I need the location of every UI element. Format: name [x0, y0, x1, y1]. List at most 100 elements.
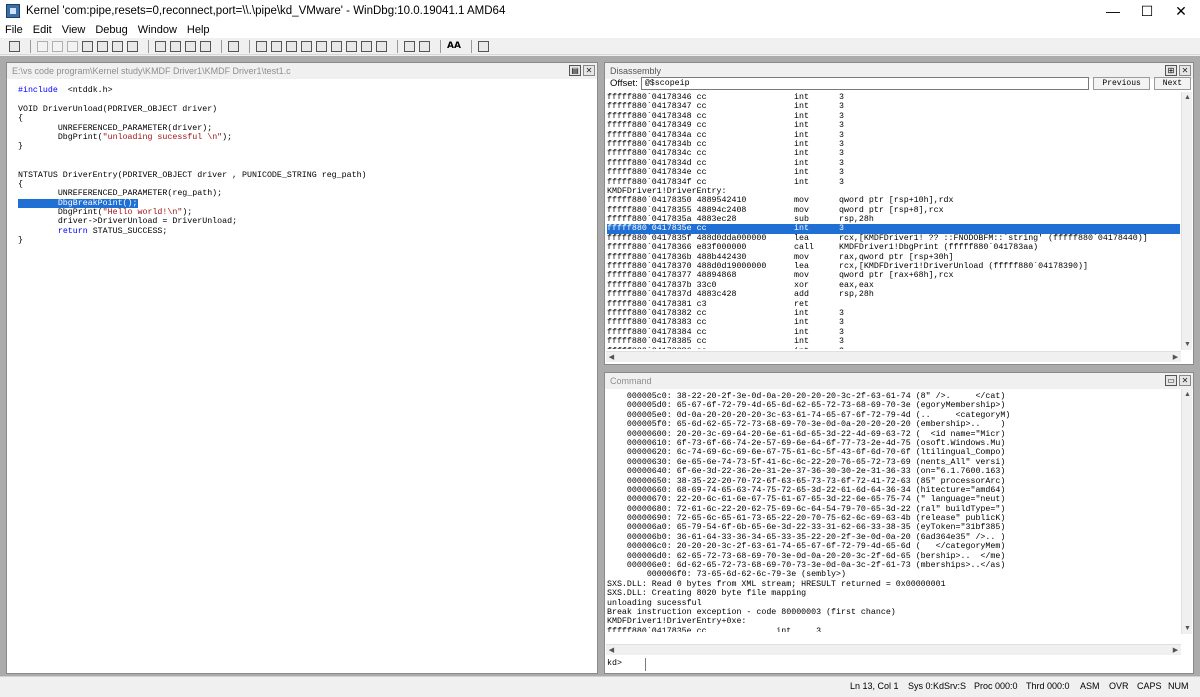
watch-window-icon[interactable]	[271, 40, 282, 52]
source-mode-icon[interactable]	[404, 40, 415, 52]
disassembly-line[interactable]: fffff880`04178346 cc int 3	[607, 93, 1180, 102]
menu-edit[interactable]: Edit	[28, 24, 57, 36]
disassembly-line[interactable]: fffff880`0417837b 33c0 xor eax,eax	[607, 281, 1180, 290]
disassembly-line[interactable]: fffff880`0417834f cc int 3	[607, 178, 1180, 187]
scroll-right-icon[interactable]: ▶	[1170, 352, 1181, 363]
close-pane-icon[interactable]: ✕	[1179, 65, 1191, 76]
open-file-icon[interactable]	[9, 40, 20, 52]
disassembly-line[interactable]: fffff880`0417834e cc int 3	[607, 168, 1180, 177]
command-horizontal-scrollbar[interactable]: ◀ ▶	[606, 644, 1181, 655]
step-out-icon[interactable]	[185, 40, 196, 52]
scroll-down-icon[interactable]: ▼	[1182, 339, 1193, 350]
scroll-up-icon[interactable]: ▲	[1182, 92, 1193, 103]
stop-debugging-icon[interactable]	[112, 40, 123, 52]
source-line[interactable]: UNREFERENCED_PARAMETER(driver);	[18, 124, 593, 133]
save-icon[interactable]: ▤	[569, 65, 581, 76]
step-over-icon[interactable]	[170, 40, 181, 52]
disassembly-line[interactable]: fffff880`04178349 cc int 3	[607, 121, 1180, 130]
disassembly-line[interactable]: fffff880`0417835f 488d0dda000000 lea rcx,[…	[607, 234, 1180, 243]
source-line[interactable]	[18, 95, 593, 104]
command-window-icon[interactable]	[256, 40, 267, 52]
scroll-up-icon[interactable]: ▲	[1182, 389, 1193, 400]
scratch-pad-icon[interactable]	[361, 40, 372, 52]
source-line[interactable]: driver->DriverUnload = DriverUnload;	[18, 217, 593, 226]
hex-display-icon[interactable]	[419, 40, 430, 52]
go-icon[interactable]	[82, 40, 93, 52]
offset-input[interactable]: @$scopeip	[640, 76, 1090, 90]
menu-file[interactable]: File	[0, 24, 28, 36]
source-line[interactable]: {	[18, 180, 593, 189]
source-line[interactable]: DbgBreakPoint();	[18, 198, 593, 208]
restart-icon[interactable]	[97, 40, 108, 52]
disassembly-line[interactable]: fffff880`04178384 cc int 3	[607, 328, 1180, 337]
source-line[interactable]: }	[18, 142, 593, 151]
disassembly-line[interactable]: fffff880`0417834c cc int 3	[607, 149, 1180, 158]
command-vertical-scrollbar[interactable]: ▲ ▼	[1181, 389, 1192, 634]
disassembly-line[interactable]: fffff880`0417834d cc int 3	[607, 159, 1180, 168]
disassembly-line[interactable]: fffff880`0417837d 4883c428 add rsp,28h	[607, 290, 1180, 299]
disassembly-line[interactable]: fffff880`04178355 48894c2408 mov qword ptr…	[607, 206, 1180, 215]
memory-window-icon[interactable]	[316, 40, 327, 52]
source-line[interactable]	[18, 161, 593, 170]
menu-help[interactable]: Help	[182, 24, 215, 36]
menu-view[interactable]: View	[57, 24, 91, 36]
source-line[interactable]: DbgPrint("unloading sucessful \n");	[18, 133, 593, 142]
disassembly-line[interactable]: fffff880`04178383 cc int 3	[607, 318, 1180, 327]
menu-window[interactable]: Window	[133, 24, 182, 36]
menu-debug[interactable]: Debug	[90, 24, 132, 36]
disassembly-line[interactable]: fffff880`04178385 cc int 3	[607, 337, 1180, 346]
scroll-down-icon[interactable]: ▼	[1182, 623, 1193, 634]
disassembly-line[interactable]: fffff880`04178348 cc int 3	[607, 112, 1180, 121]
disassembly-line[interactable]: KMDFDriver1!DriverEntry:	[607, 187, 1180, 196]
registers-window-icon[interactable]	[301, 40, 312, 52]
command-output[interactable]: 000005c0: 38-22-20-2f-3e-0d-0a-20-20-20-…	[607, 392, 1182, 632]
command-input[interactable]	[645, 658, 1190, 671]
source-line[interactable]: return STATUS_SUCCESS;	[18, 227, 593, 236]
call-stack-window-icon[interactable]	[331, 40, 342, 52]
options-icon[interactable]	[477, 40, 489, 52]
source-line[interactable]	[18, 152, 593, 161]
source-code[interactable]: #include <ntddk.h> VOID DriverUnload(PDRI…	[18, 86, 593, 669]
disassembly-line[interactable]: fffff880`04178347 cc int 3	[607, 102, 1180, 111]
disassembly-line[interactable]: fffff880`04178386 ccint3	[607, 347, 1180, 349]
close-pane-icon[interactable]: ✕	[1179, 375, 1191, 386]
maximize-button[interactable]: ☐	[1130, 0, 1164, 22]
previous-button[interactable]: Previous	[1093, 76, 1150, 90]
source-line[interactable]: UNREFERENCED_PARAMETER(reg_path);	[18, 189, 593, 198]
source-line[interactable]: }	[18, 236, 593, 245]
disassembly-line-current[interactable]: fffff880`0417835e cc int 3	[607, 224, 1180, 234]
run-to-cursor-icon[interactable]	[200, 40, 211, 52]
minimize-button[interactable]: —	[1096, 0, 1130, 22]
disassembly-line[interactable]: fffff880`04178350 4889542410 mov qword ptr…	[607, 196, 1180, 205]
cut-icon[interactable]	[37, 40, 48, 52]
disassembly-listing[interactable]: fffff880`04178346 cc int 3 fffff880`0417834…	[607, 93, 1180, 349]
paste-icon[interactable]	[67, 40, 78, 52]
source-line[interactable]: {	[18, 114, 593, 123]
source-line[interactable]: NTSTATUS DriverEntry(PDRIVER_OBJECT driv…	[18, 171, 593, 180]
command-window-icon[interactable]: ▭	[1165, 375, 1177, 386]
hand-icon[interactable]	[228, 40, 239, 52]
copy-icon[interactable]	[52, 40, 63, 52]
disassembly-vertical-scrollbar[interactable]: ▲ ▼	[1181, 92, 1192, 350]
processes-threads-icon[interactable]	[376, 40, 387, 52]
font-button[interactable]: AA	[447, 41, 461, 52]
disassembly-line[interactable]: fffff880`0417836b 488b442430 mov rax,qword…	[607, 253, 1180, 262]
disassembly-line[interactable]: fffff880`04178370 488d0d19000000 lea rcx,[…	[607, 262, 1180, 271]
disassembly-line[interactable]: fffff880`04178377 48894868 mov qword ptr […	[607, 271, 1180, 280]
locals-window-icon[interactable]	[286, 40, 297, 52]
disassembly-horizontal-scrollbar[interactable]: ◀ ▶	[606, 351, 1181, 362]
disassembly-line[interactable]: fffff880`0417834a cc int 3	[607, 131, 1180, 140]
disassembly-line[interactable]: fffff880`04178382 cc int 3	[607, 309, 1180, 318]
break-icon[interactable]	[127, 40, 138, 52]
disassembly-line[interactable]: fffff880`0417834b cc int 3	[607, 140, 1180, 149]
scroll-left-icon[interactable]: ◀	[606, 645, 617, 656]
scroll-right-icon[interactable]: ▶	[1170, 645, 1181, 656]
disassembly-line[interactable]: fffff880`04178366 e83f000000 call KMDFDriv…	[607, 243, 1180, 252]
close-pane-icon[interactable]: ✕	[583, 65, 595, 76]
source-line[interactable]: VOID DriverUnload(PDRIVER_OBJECT driver)	[18, 105, 593, 114]
close-button[interactable]: ✕	[1164, 0, 1198, 22]
step-into-icon[interactable]	[155, 40, 166, 52]
disassembly-line[interactable]: fffff880`04178381 c3 ret	[607, 300, 1180, 309]
disassembly-window-icon[interactable]: ⊞	[1165, 65, 1177, 76]
source-line[interactable]: #include <ntddk.h>	[18, 86, 593, 95]
